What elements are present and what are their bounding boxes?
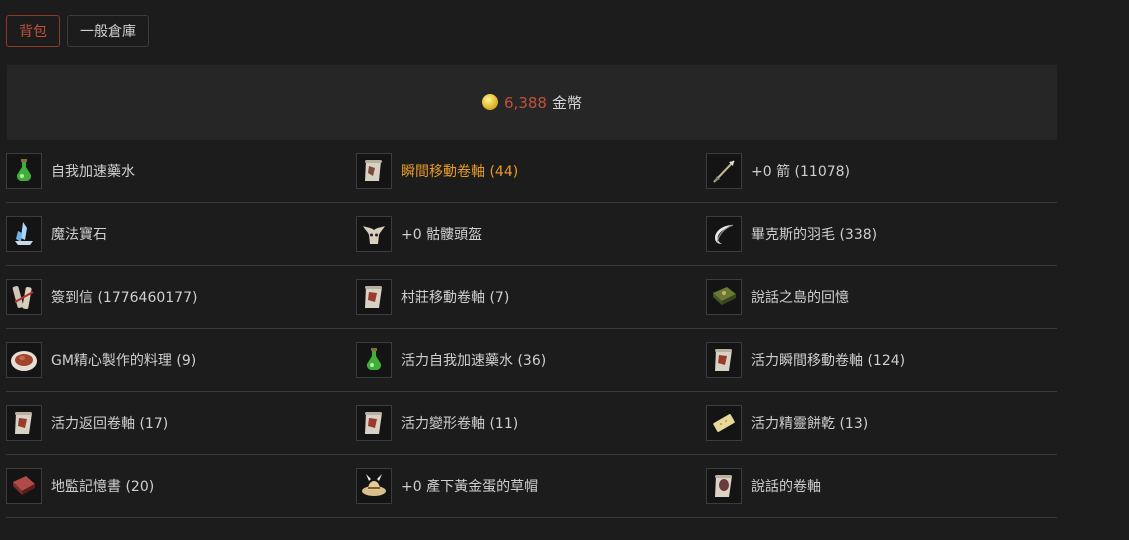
- item-label: +0 產下黃金蛋的草帽: [401, 479, 539, 495]
- item-label: 地監記憶書 (20): [51, 479, 155, 495]
- dish-icon: [6, 342, 42, 378]
- gold-amount: 6,388: [504, 93, 547, 112]
- inventory-item[interactable]: 活力自我加速藥水 (36): [356, 329, 706, 392]
- currency-bar: 6,388 金幣: [7, 65, 1057, 140]
- inventory-item[interactable]: +0 箭 (11078): [706, 140, 1057, 203]
- coin-icon: [482, 93, 499, 110]
- feather-icon: [706, 216, 742, 252]
- item-label: GM精心製作的料理 (9): [51, 353, 197, 369]
- inventory-item[interactable]: 活力瞬間移動卷軸 (124): [706, 329, 1057, 392]
- item-label: 簽到信 (1776460177): [51, 290, 198, 306]
- straw-hat-icon: [356, 468, 392, 504]
- inventory-item[interactable]: 地監記憶書 (20): [6, 455, 356, 518]
- inventory-item[interactable]: 說話之島的回憶: [706, 266, 1057, 329]
- inventory-item[interactable]: 魔法寶石: [6, 203, 356, 266]
- green-potion-icon: [6, 153, 42, 189]
- item-label: 瞬間移動卷軸 (44): [401, 164, 519, 180]
- red-scroll-icon: [356, 279, 392, 315]
- inventory-item[interactable]: +0 骷髏頭盔: [356, 203, 706, 266]
- green-book-icon: [706, 279, 742, 315]
- arrow-icon: [706, 153, 742, 189]
- item-label: 活力返回卷軸 (17): [51, 416, 169, 432]
- inventory-item[interactable]: 畢克斯的羽毛 (338): [706, 203, 1057, 266]
- item-label: +0 骷髏頭盔: [401, 227, 483, 243]
- storage-tabs: 背包 一般倉庫: [6, 15, 149, 47]
- item-label: 畢克斯的羽毛 (338): [751, 227, 878, 243]
- inventory-grid: 自我加速藥水 瞬間移動卷軸 (44) +0 箭 (11078) 魔法寶石 +0 骷髏頭盔…: [6, 140, 1057, 518]
- item-label: +0 箭 (11078): [751, 164, 850, 180]
- item-label: 活力自我加速藥水 (36): [401, 353, 547, 369]
- inventory-item[interactable]: 說話的卷軸: [706, 455, 1057, 518]
- item-label: 自我加速藥水: [51, 164, 135, 180]
- red-scroll-icon: [356, 405, 392, 441]
- inventory-item[interactable]: 活力變形卷軸 (11): [356, 392, 706, 455]
- inventory-item[interactable]: +0 產下黃金蛋的草帽: [356, 455, 706, 518]
- crystal-icon: [6, 216, 42, 252]
- red-book-icon: [6, 468, 42, 504]
- item-label: 魔法寶石: [51, 227, 107, 243]
- inventory-item[interactable]: 活力精靈餅乾 (13): [706, 392, 1057, 455]
- gold-unit: 金幣: [551, 94, 582, 112]
- item-label: 說話之島的回憶: [751, 290, 849, 306]
- red-scroll-icon: [6, 405, 42, 441]
- letter-icon: [6, 279, 42, 315]
- talking-scroll-icon: [706, 468, 742, 504]
- red-scroll-icon: [706, 342, 742, 378]
- inventory-item[interactable]: 村莊移動卷軸 (7): [356, 266, 706, 329]
- inventory-item[interactable]: 活力返回卷軸 (17): [6, 392, 356, 455]
- inventory-item[interactable]: 瞬間移動卷軸 (44): [356, 140, 706, 203]
- inventory-item[interactable]: 自我加速藥水: [6, 140, 356, 203]
- tab-general-storage[interactable]: 一般倉庫: [67, 15, 149, 47]
- green-potion-icon: [356, 342, 392, 378]
- item-label: 活力瞬間移動卷軸 (124): [751, 353, 906, 369]
- item-label: 村莊移動卷軸 (7): [401, 290, 510, 306]
- item-label: 活力變形卷軸 (11): [401, 416, 519, 432]
- item-label: 活力精靈餅乾 (13): [751, 416, 869, 432]
- item-label: 說話的卷軸: [751, 479, 821, 495]
- tab-backpack[interactable]: 背包: [6, 15, 60, 47]
- cookie-icon: [706, 405, 742, 441]
- skull-helmet-icon: [356, 216, 392, 252]
- inventory-item[interactable]: GM精心製作的料理 (9): [6, 329, 356, 392]
- inventory-item[interactable]: 簽到信 (1776460177): [6, 266, 356, 329]
- scroll-icon: [356, 153, 392, 189]
